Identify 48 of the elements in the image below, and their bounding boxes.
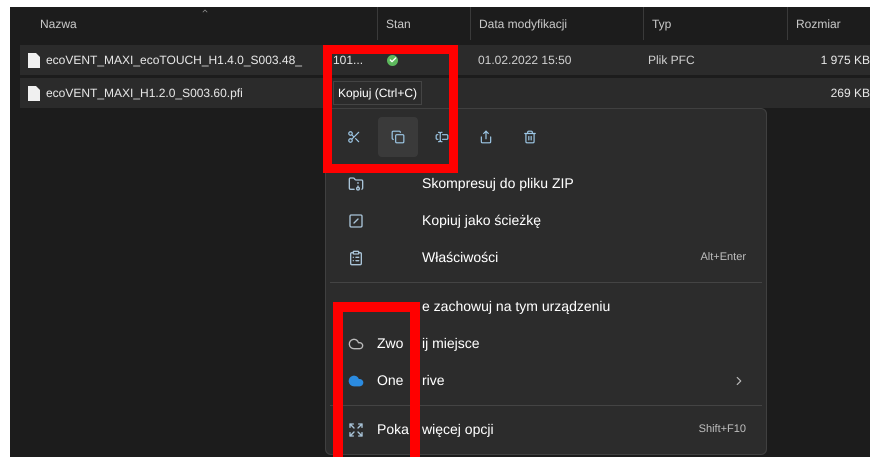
list-icon: [348, 250, 364, 266]
archive-folder-icon: [348, 176, 364, 192]
sort-caret-icon: [200, 7, 210, 15]
menu-item[interactable]: Skompresuj do pliku ZIP: [326, 165, 766, 202]
menu-item-label: Poka: [377, 420, 409, 439]
rename-icon: [435, 130, 449, 144]
file-size: 269 KB: [830, 85, 870, 102]
menu-item[interactable]: Właściwości Alt+Enter: [326, 239, 766, 276]
menu-item[interactable]: Kopiuj jako ścieżkę: [326, 202, 766, 239]
column-header[interactable]: Rozmiar: [796, 14, 841, 32]
scissors-icon: [347, 130, 361, 144]
menu-item[interactable]: One rive: [326, 362, 766, 399]
file-size: 1 975 KB: [820, 52, 870, 69]
menu-item-label: e zachowuj na tym urządzeniu: [422, 297, 610, 316]
file-row[interactable]: ecoVENT_MAXI_ecoTOUCH_H1.4.0_S003.48_ 101... 01.02.2022 15:50 Plik PFC 1 975 KB: [20, 45, 870, 75]
menu-item-label: rive: [422, 371, 445, 390]
copy-button[interactable]: [378, 117, 418, 157]
menu-item-label: ij miejsce: [422, 334, 480, 353]
file-type: Plik PFC: [648, 53, 695, 67]
column-header[interactable]: Data modyfikacji: [479, 14, 568, 32]
menu-item[interactable]: Poka więcej opcji Shift+F10: [326, 411, 766, 448]
menu-item-label: więcej opcji: [422, 420, 494, 439]
expand-icon: [348, 422, 364, 438]
column-header[interactable]: Nazwa: [40, 14, 77, 32]
menu-item[interactable]: Zwo ij miejsce: [326, 325, 766, 362]
menu-item-label: Skompresuj do pliku ZIP: [422, 174, 574, 193]
modified-date: 01.02.2022 15:50: [478, 53, 572, 67]
file-name: 101...: [333, 52, 364, 69]
menu-item-label: One: [377, 371, 404, 390]
menu-item-label: Kopiuj jako ścieżkę: [422, 211, 542, 230]
copy-icon: [391, 130, 405, 144]
shortcut-hint: Shift+F10: [698, 422, 746, 438]
file-icon: [28, 52, 40, 68]
file-icon: [28, 86, 40, 100]
share-icon: [479, 130, 493, 144]
tooltip: Kopiuj (Ctrl+C): [333, 81, 422, 105]
cloud-icon: [348, 372, 364, 388]
shortcut-hint: Alt+Enter: [700, 250, 746, 266]
file-name: ecoVENT_MAXI_H1.2.0_S003.60.pfi: [46, 85, 244, 102]
file-name: ecoVENT_MAXI_ecoTOUCH_H1.4.0_S003.48_: [46, 52, 303, 69]
menu-item-label: Zwo: [377, 334, 404, 353]
path-icon: [348, 212, 364, 228]
menu-item[interactable]: e zachowuj na tym urządzeniu: [326, 288, 766, 325]
column-header[interactable]: Stan: [386, 14, 411, 32]
menu-item-label: Właściwości: [422, 248, 498, 267]
cloud-icon: [348, 336, 364, 352]
column-header[interactable]: Typ: [652, 14, 672, 32]
trash-icon: [523, 130, 537, 144]
